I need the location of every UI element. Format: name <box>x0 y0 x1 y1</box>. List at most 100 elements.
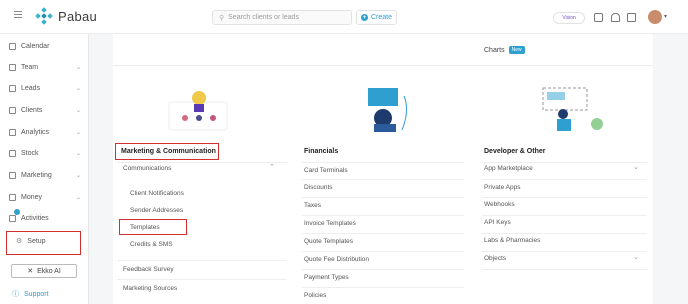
logo-text: Pabau <box>58 8 98 24</box>
sidebar-item-team[interactable]: Team ⌄ <box>9 60 83 74</box>
clients-icon <box>9 106 16 114</box>
card-terminals-link[interactable]: Card Terminals <box>304 167 348 174</box>
chevron-down-icon: ⌄ <box>75 107 81 114</box>
sidebar-item-label: Marketing <box>21 171 52 179</box>
divider <box>302 179 464 180</box>
avatar[interactable] <box>648 10 662 24</box>
communications-toggle[interactable]: Communications <box>123 165 171 172</box>
create-label: Create <box>370 14 392 21</box>
chevron-down-icon[interactable]: ⌄ <box>633 163 639 171</box>
sidebar-item-clients[interactable]: Clients ⌄ <box>9 103 83 117</box>
quote-fee-distribution-link[interactable]: Quote Fee Distribution <box>304 256 369 263</box>
credits-sms-link[interactable]: Credits & SMS <box>130 241 173 248</box>
divider <box>482 179 647 180</box>
divider <box>302 162 464 163</box>
search-icon: ⚲ <box>219 14 225 22</box>
sidebar-item-label: Leads <box>21 84 41 92</box>
marketing-sources-link[interactable]: Marketing Sources <box>123 285 177 292</box>
templates-link[interactable]: Templates <box>130 224 160 231</box>
inbox-icon[interactable] <box>627 13 636 22</box>
chevron-down-icon[interactable]: ▾ <box>664 13 667 20</box>
divider <box>117 260 287 261</box>
logo[interactable]: Pabau <box>35 7 98 25</box>
divider <box>117 162 287 163</box>
quote-templates-link[interactable]: Quote Templates <box>304 238 353 245</box>
sidebar-item-marketing[interactable]: Marketing ⌄ <box>9 168 83 182</box>
close-icon: ✕ <box>27 268 34 275</box>
sidebar-item-label: Analytics <box>21 128 50 136</box>
private-apps-link[interactable]: Private Apps <box>484 184 521 191</box>
feedback-survey-link[interactable]: Feedback Survey <box>123 266 174 273</box>
payment-types-link[interactable]: Payment Types <box>304 274 349 281</box>
divider <box>482 197 647 198</box>
divider <box>482 233 647 234</box>
money-icon <box>9 193 16 201</box>
search-placeholder: Search clients or leads <box>228 14 299 21</box>
chevron-down-icon: ⌄ <box>75 64 81 71</box>
setup-panel: Charts New Marketing & Communication Com… <box>113 34 653 304</box>
divider <box>302 197 464 198</box>
analytics-icon <box>9 128 16 136</box>
sidebar-item-setup[interactable]: ⚙ Setup <box>16 237 46 246</box>
calendar-icon <box>9 42 16 50</box>
divider <box>117 279 287 280</box>
financials-heading: Financials <box>304 148 339 155</box>
sidebar-item-leads[interactable]: Leads ⌄ <box>9 81 83 95</box>
sidebar-item-label: Clients <box>21 106 43 114</box>
top-strip: Charts New <box>113 34 653 66</box>
charts-link[interactable]: Charts New <box>484 46 525 54</box>
setup-label: Setup <box>27 237 46 245</box>
create-button[interactable]: + Create <box>356 10 397 25</box>
marketing-heading: Marketing & Communication <box>121 148 216 155</box>
labs-pharmacies-link[interactable]: Labs & Pharmacies <box>484 237 540 244</box>
sidebar-item-label: Activities <box>21 214 49 222</box>
support-label: Support <box>24 290 49 298</box>
top-bar: Pabau ⚲ Search clients or leads + Create… <box>0 0 688 34</box>
help-icon: ⓘ <box>12 291 19 298</box>
support-link[interactable]: ⓘ Support <box>12 289 49 299</box>
menu-icon[interactable] <box>14 11 22 19</box>
sidebar-item-label: Stock <box>21 149 39 157</box>
sidebar-item-calendar[interactable]: Calendar <box>9 39 83 53</box>
sidebar-item-analytics[interactable]: Analytics ⌄ <box>9 125 83 139</box>
taxes-link[interactable]: Taxes <box>304 202 321 209</box>
chevron-down-icon: ⌄ <box>75 194 81 201</box>
stock-icon <box>9 149 16 157</box>
activities-icon <box>9 214 16 222</box>
api-keys-link[interactable]: API Keys <box>484 219 511 226</box>
policies-link[interactable]: Policies <box>304 292 326 299</box>
charts-label: Charts <box>484 46 505 54</box>
sidebar-item-stock[interactable]: Stock ⌄ <box>9 146 83 160</box>
calendar-icon[interactable] <box>594 13 603 22</box>
plus-icon: + <box>360 14 368 21</box>
divider <box>302 269 464 270</box>
divider <box>482 251 647 252</box>
client-notifications-link[interactable]: Client Notifications <box>130 190 184 197</box>
chevron-down-icon[interactable]: ⌄ <box>633 253 639 261</box>
webhooks-link[interactable]: Webhooks <box>484 201 515 208</box>
discounts-link[interactable]: Discounts <box>304 184 333 191</box>
divider <box>302 215 464 216</box>
sidebar-item-money[interactable]: Money ⌄ <box>9 190 83 204</box>
bell-icon[interactable] <box>611 13 620 22</box>
sidebar-item-activities[interactable]: Activities <box>9 211 83 225</box>
ekko-ai-button[interactable]: ✕ Ekko AI <box>11 264 77 278</box>
search-input[interactable]: ⚲ Search clients or leads <box>212 10 352 25</box>
chevron-down-icon: ⌄ <box>75 129 81 136</box>
divider <box>482 215 647 216</box>
objects-link[interactable]: Objects <box>484 255 506 262</box>
chevron-up-icon[interactable]: ⌃ <box>269 163 275 171</box>
sender-addresses-link[interactable]: Sender Addresses <box>130 207 183 214</box>
invoice-templates-link[interactable]: Invoice Templates <box>304 220 356 227</box>
vision-label: Vision <box>562 15 576 21</box>
leads-icon <box>9 84 16 92</box>
divider <box>302 251 464 252</box>
chevron-down-icon: ⌄ <box>75 150 81 157</box>
divider <box>482 162 647 163</box>
financials-illustration <box>368 88 408 132</box>
app-marketplace-link[interactable]: App Marketplace <box>484 165 533 172</box>
marketing-icon <box>9 171 16 179</box>
divider <box>302 287 464 288</box>
new-badge: New <box>508 46 525 54</box>
vision-button[interactable]: Vision <box>553 12 585 24</box>
